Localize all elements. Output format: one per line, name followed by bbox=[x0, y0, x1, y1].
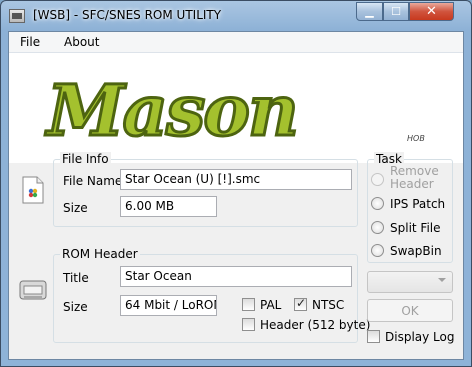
split-file-radio[interactable] bbox=[371, 221, 384, 234]
close-icon: ✕ bbox=[426, 4, 437, 19]
ntsc-label: NTSC bbox=[312, 298, 345, 312]
rom-title-label: Title bbox=[63, 271, 89, 285]
file-info-label: File Info bbox=[60, 152, 111, 166]
document-icon bbox=[22, 176, 44, 204]
file-size-field[interactable]: 6.00 MB bbox=[120, 196, 217, 217]
window-title: [WSB] - SFC/SNES ROM UTILITY bbox=[33, 8, 222, 22]
remove-header-label-line1: Remove bbox=[390, 164, 439, 178]
client-area: File About Mason HOB File Info File Name… bbox=[8, 31, 464, 360]
header-checkbox[interactable] bbox=[242, 318, 255, 331]
ok-button[interactable]: OK bbox=[367, 299, 453, 322]
ips-patch-label: IPS Patch bbox=[390, 197, 446, 211]
app-icon bbox=[9, 9, 25, 23]
remove-header-label: Remove Header bbox=[390, 165, 439, 191]
pal-checkbox[interactable] bbox=[242, 298, 255, 311]
minimize-icon: ▁ bbox=[365, 5, 374, 18]
title-bar[interactable]: [WSB] - SFC/SNES ROM UTILITY ▁ ☐ ✕ bbox=[1, 1, 471, 31]
display-log-label: Display Log bbox=[385, 330, 455, 344]
pal-label: PAL bbox=[260, 298, 282, 312]
logo-banner: Mason HOB bbox=[9, 53, 463, 163]
logo-signature: HOB bbox=[407, 134, 425, 143]
chevron-down-icon bbox=[438, 278, 446, 282]
cartridge-icon bbox=[19, 280, 47, 300]
rom-header-label: ROM Header bbox=[60, 247, 140, 261]
file-name-label: File Name bbox=[63, 174, 123, 188]
swapbin-label: SwapBin bbox=[390, 244, 442, 258]
split-file-label: Split File bbox=[390, 221, 441, 235]
app-window: [WSB] - SFC/SNES ROM UTILITY ▁ ☐ ✕ File … bbox=[0, 0, 472, 367]
display-log-checkbox[interactable] bbox=[367, 330, 380, 343]
close-button[interactable]: ✕ bbox=[409, 2, 454, 21]
minimize-button[interactable]: ▁ bbox=[356, 2, 383, 21]
rom-size-field[interactable]: 64 Mbit / LoROM bbox=[120, 295, 217, 316]
logo-text: Mason bbox=[45, 69, 297, 152]
mason-logo: Mason bbox=[44, 68, 301, 154]
menu-file[interactable]: File bbox=[20, 35, 40, 49]
file-size-label: Size bbox=[63, 201, 88, 215]
ips-patch-radio[interactable] bbox=[371, 197, 384, 210]
menu-bar: File About bbox=[9, 32, 463, 53]
file-name-field[interactable]: Star Ocean (U) [!].smc bbox=[120, 169, 352, 190]
maximize-button[interactable]: ☐ bbox=[383, 2, 409, 21]
maximize-icon: ☐ bbox=[391, 5, 401, 18]
remove-header-radio[interactable] bbox=[371, 173, 384, 186]
remove-header-label-line2: Header bbox=[390, 177, 434, 191]
menu-about[interactable]: About bbox=[64, 35, 99, 49]
rom-size-label: Size bbox=[63, 300, 88, 314]
task-option-dropdown[interactable] bbox=[367, 271, 453, 293]
rom-title-field[interactable]: Star Ocean bbox=[120, 266, 352, 287]
swapbin-radio[interactable] bbox=[371, 244, 384, 257]
header-label: Header (512 byte) bbox=[260, 318, 371, 332]
ntsc-checkbox[interactable] bbox=[294, 296, 307, 311]
